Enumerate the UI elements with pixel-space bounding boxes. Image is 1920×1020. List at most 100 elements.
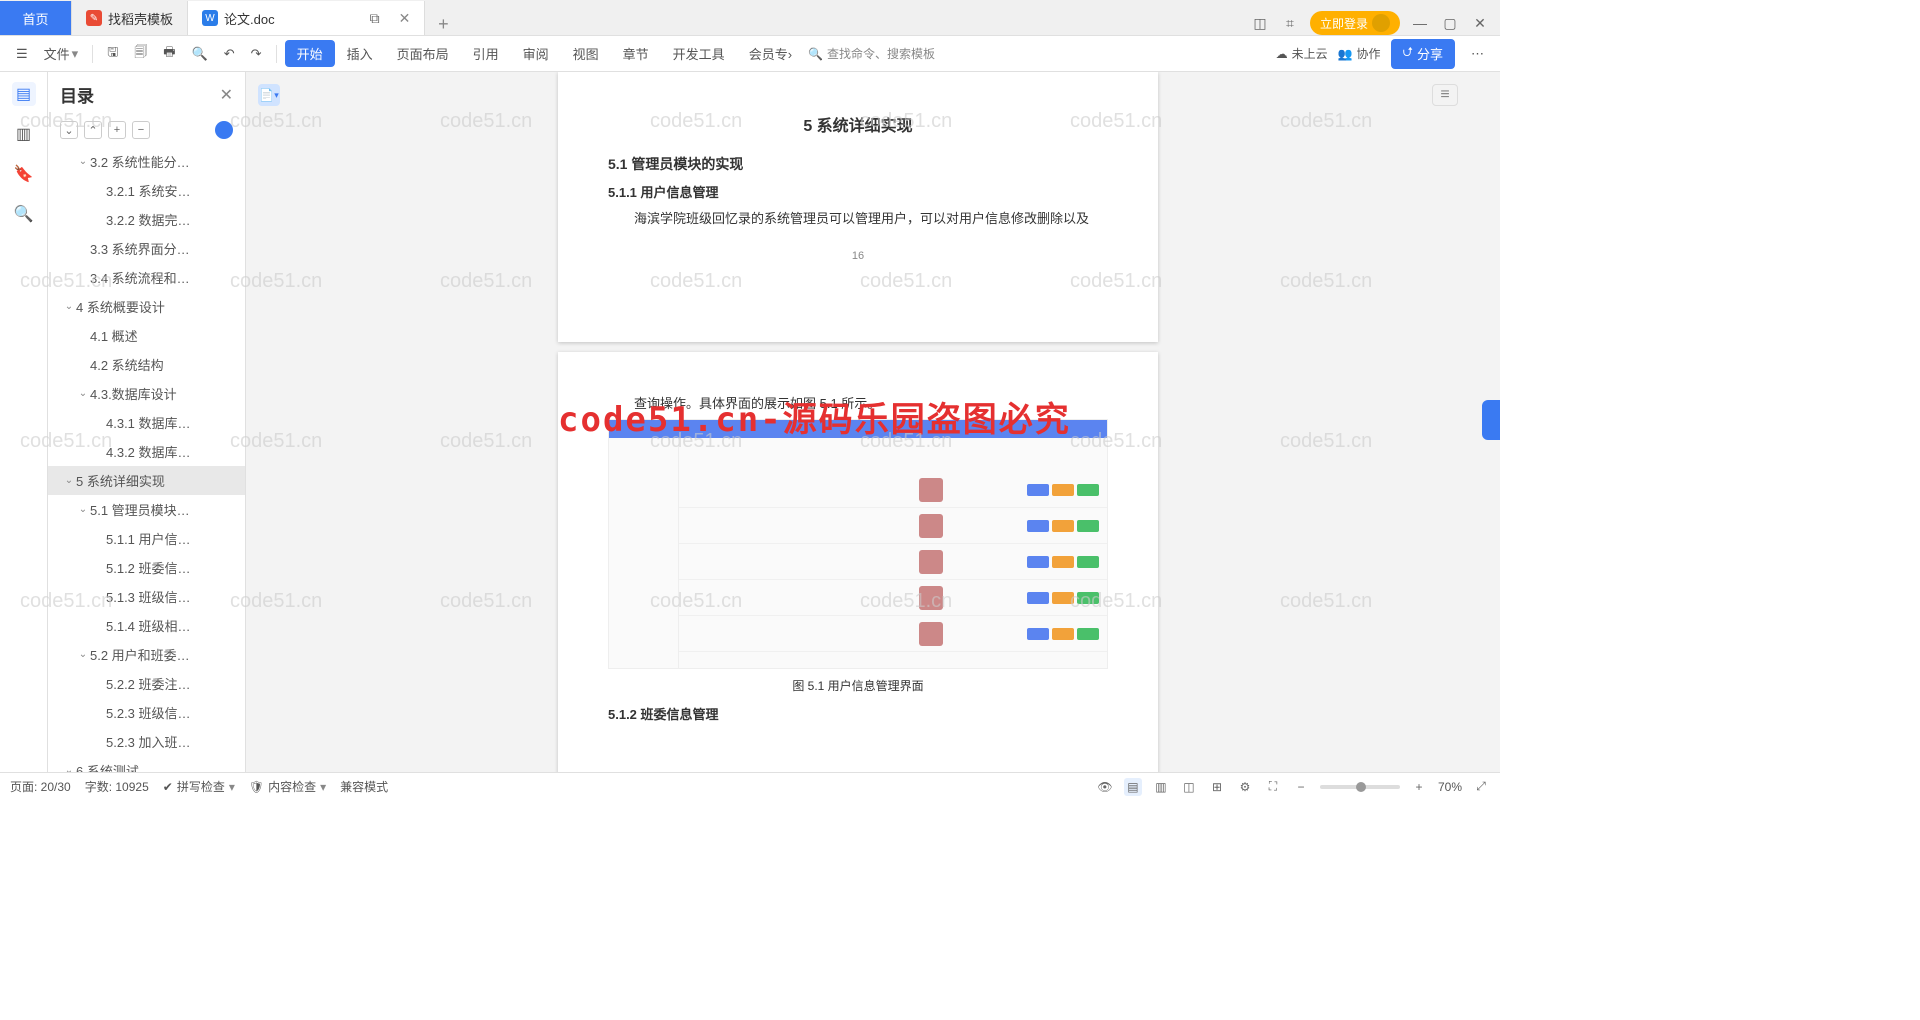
doc-h4: 5.1.1 用户信息管理	[608, 182, 1108, 201]
rail-thumbs-icon[interactable]: ▥	[12, 122, 36, 146]
zoom-in-icon[interactable]: +	[1410, 778, 1428, 796]
toc-item[interactable]: 5.2.3 加入班…	[48, 727, 245, 756]
chevron-down-icon: ⌄	[62, 765, 76, 772]
menu-chapter[interactable]: 章节	[611, 40, 661, 67]
view-page-icon[interactable]: ▤	[1124, 778, 1142, 796]
save-as-icon[interactable]: 🗐	[128, 39, 153, 69]
rail-outline-icon[interactable]: ▤	[12, 82, 36, 106]
print-preview-icon[interactable]: 🔍	[186, 42, 214, 66]
status-compat[interactable]: 兼容模式	[340, 778, 388, 795]
toc-item[interactable]: ⌄3.2 系统性能分…	[48, 147, 245, 176]
share-icon: ⮍	[1403, 43, 1413, 65]
status-page[interactable]: 页面: 20/30	[10, 778, 71, 795]
tab-close-icon[interactable]: ✕	[399, 10, 411, 27]
toc-item[interactable]: ⌄5.1 管理员模块…	[48, 495, 245, 524]
page-mode-icon[interactable]: 📄▾	[258, 84, 280, 106]
toc-item[interactable]: 3.2.2 数据完…	[48, 205, 245, 234]
window-minimize-icon[interactable]: —	[1410, 13, 1430, 33]
file-menu[interactable]: 文件▾	[38, 40, 85, 67]
chevron-down-icon: ⌄	[62, 301, 76, 312]
status-eye-icon[interactable]: 👁	[1096, 778, 1114, 796]
document-area[interactable]: 📄▾ ≡ 5 系统详细实现 5.1 管理员模块的实现 5.1.1 用户信息管理 …	[246, 72, 1470, 772]
tab-home[interactable]: 首页	[0, 1, 72, 35]
toc-item[interactable]: 5.2.2 班委注…	[48, 669, 245, 698]
toc-item[interactable]: 5.1.4 班级相…	[48, 611, 245, 640]
login-button[interactable]: 立即登录	[1310, 11, 1400, 35]
zoom-value[interactable]: 70%	[1438, 780, 1462, 794]
window-close-icon[interactable]: ✕	[1470, 13, 1490, 33]
view-web-icon[interactable]: ⊞	[1208, 778, 1226, 796]
toc-sync-icon[interactable]	[215, 121, 233, 139]
tab-document-label: 论文.doc	[224, 9, 275, 28]
toc-item[interactable]: 3.3 系统界面分…	[48, 234, 245, 263]
command-search[interactable]: 🔍 查找命令、搜索模板	[808, 45, 935, 62]
toc-expand-icon[interactable]: ⌃	[84, 121, 102, 139]
toc-item[interactable]: ⌄5 系统详细实现	[48, 466, 245, 495]
tab-popout-icon[interactable]: ⧉	[365, 8, 385, 28]
toc-item[interactable]: 4.3.2 数据库…	[48, 437, 245, 466]
print-icon[interactable]: 🖶	[157, 39, 181, 69]
fullscreen-icon[interactable]: ⤢	[1472, 778, 1490, 796]
status-spellcheck[interactable]: ✔拼写检查▾	[163, 778, 235, 795]
zoom-fit-icon[interactable]: ⛶	[1264, 778, 1282, 796]
toc-item[interactable]: ⌄4.3.数据库设计	[48, 379, 245, 408]
docer-icon: ✎	[86, 10, 102, 26]
toc-item[interactable]: ⌄6 系统测试	[48, 756, 245, 772]
toc-item-label: 5.1.3 班级信…	[106, 587, 191, 606]
panel-toggle-icon[interactable]: ≡	[1432, 84, 1458, 106]
main-area: ▤ ▥ 🔖 🔍 目录 ✕ ⌄ ⌃ + − ⌄3.2 系统性能分…3.2.1 系统…	[0, 72, 1500, 772]
toc-close-icon[interactable]: ✕	[220, 85, 233, 105]
tab-template[interactable]: ✎ 找稻壳模板	[72, 1, 188, 35]
figure-mock	[608, 419, 1108, 669]
toc-add-icon[interactable]: +	[108, 121, 126, 139]
apps-icon[interactable]: ⌗	[1280, 13, 1300, 33]
doc-h4-2: 5.1.2 班委信息管理	[608, 704, 1108, 723]
chevron-down-icon: ⌄	[62, 475, 76, 486]
toc-collapse-icon[interactable]: ⌄	[60, 121, 78, 139]
toc-item[interactable]: 5.1.1 用户信…	[48, 524, 245, 553]
hamburger-button[interactable]: ☰	[10, 42, 34, 66]
tab-add-button[interactable]: +	[425, 14, 461, 35]
redo-icon[interactable]: ↷	[245, 42, 268, 66]
view-outline-icon[interactable]: ▥	[1152, 778, 1170, 796]
rail-search-icon[interactable]: 🔍	[12, 202, 36, 226]
toc-item-label: 4.3.数据库设计	[90, 384, 177, 403]
split-icon[interactable]: ◫	[1250, 13, 1270, 33]
menu-member[interactable]: 会员专›	[737, 40, 804, 67]
toc-item-label: 4.2 系统结构	[90, 355, 164, 374]
toc-item[interactable]: 5.1.2 班委信…	[48, 553, 245, 582]
toc-item[interactable]: 5.1.3 班级信…	[48, 582, 245, 611]
tab-document[interactable]: W 论文.doc ⧉ ✕	[188, 1, 425, 35]
menu-devtools[interactable]: 开发工具	[661, 40, 737, 67]
toc-item[interactable]: 3.2.1 系统安…	[48, 176, 245, 205]
zoom-out-icon[interactable]: −	[1292, 778, 1310, 796]
toc-item[interactable]: 4.2 系统结构	[48, 350, 245, 379]
zoom-slider[interactable]	[1320, 785, 1400, 789]
menu-review[interactable]: 审阅	[511, 40, 561, 67]
view-settings-icon[interactable]: ⚙	[1236, 778, 1254, 796]
cloud-status[interactable]: ☁ 未上云	[1276, 45, 1328, 62]
status-words[interactable]: 字数: 10925	[85, 778, 149, 795]
menu-start[interactable]: 开始	[285, 40, 335, 67]
menu-insert[interactable]: 插入	[335, 40, 385, 67]
view-read-icon[interactable]: ◫	[1180, 778, 1198, 796]
toc-item[interactable]: 5.2.3 班级信…	[48, 698, 245, 727]
toc-item[interactable]: 3.4 系统流程和…	[48, 263, 245, 292]
toc-item[interactable]: 4.1 概述	[48, 321, 245, 350]
toc-item[interactable]: ⌄4 系统概要设计	[48, 292, 245, 321]
rail-bookmark-icon[interactable]: 🔖	[12, 162, 36, 186]
window-maximize-icon[interactable]: ▢	[1440, 13, 1460, 33]
toolbar-more-icon[interactable]: ⋯	[1465, 42, 1490, 66]
toc-item[interactable]: ⌄5.2 用户和班委…	[48, 640, 245, 669]
side-drawer-tab[interactable]	[1482, 400, 1500, 440]
menu-layout[interactable]: 页面布局	[385, 40, 461, 67]
toc-remove-icon[interactable]: −	[132, 121, 150, 139]
share-button[interactable]: ⮍ 分享	[1391, 39, 1455, 69]
status-contentcheck[interactable]: 🛡内容检查▾	[249, 778, 326, 795]
menu-view[interactable]: 视图	[561, 40, 611, 67]
toc-item[interactable]: 4.3.1 数据库…	[48, 408, 245, 437]
undo-icon[interactable]: ↶	[218, 42, 241, 66]
menu-reference[interactable]: 引用	[461, 40, 511, 67]
collab-button[interactable]: 👥 协作	[1338, 45, 1381, 62]
save-icon[interactable]: 🖫	[101, 39, 124, 69]
